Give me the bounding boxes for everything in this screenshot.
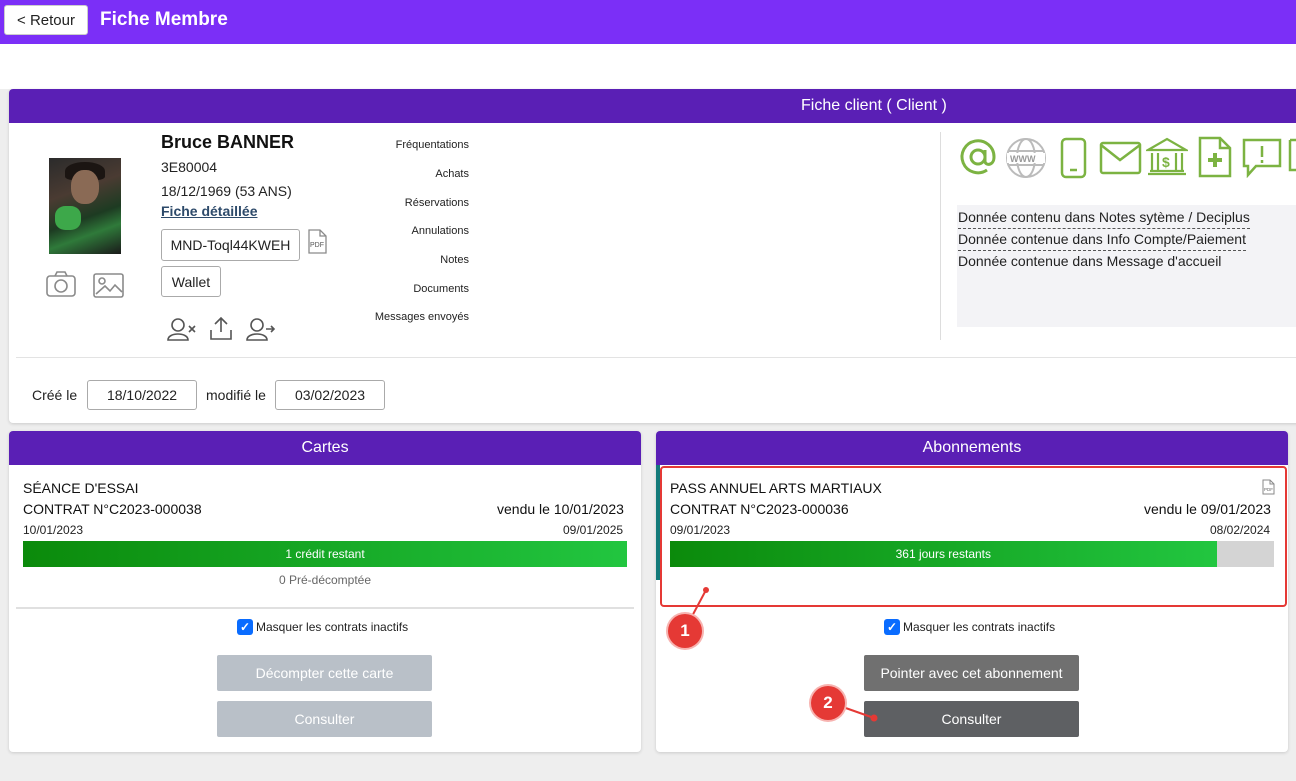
member-code: 3E80004: [161, 159, 218, 175]
mail-icon[interactable]: [1099, 141, 1142, 180]
modified-date-field[interactable]: 03/02/2023: [275, 380, 385, 410]
abonnements-hide-inactive-label: Masquer les contrats inactifs: [903, 620, 1056, 634]
carte-start-date: 10/01/2023: [23, 523, 84, 537]
annotation-lines: [689, 587, 878, 722]
member-photo: [49, 158, 121, 254]
member-birthdate: 18/12/1969 (53 ANS): [161, 183, 292, 199]
carte-name: SÉANCE D'ESSAI: [23, 480, 139, 496]
annotation-badge-1: 1: [668, 614, 702, 648]
phone-icon[interactable]: [1060, 137, 1087, 184]
page-title: Fiche Membre: [100, 9, 228, 30]
horizontal-divider: [16, 357, 1296, 358]
note-system: Donnée contenu dans Notes sytème / Decip…: [958, 209, 1250, 229]
abonnements-title-text: Abonnements: [922, 439, 1022, 456]
cartes-title: Cartes: [9, 431, 641, 465]
carte-end-date: 09/01/2025: [563, 523, 624, 537]
at-icon[interactable]: [957, 136, 999, 183]
detailed-profile-link[interactable]: Fiche détaillée: [161, 203, 257, 219]
abonnements-consulter-button[interactable]: Consulter: [864, 701, 1079, 737]
menu-notes[interactable]: Notes: [440, 254, 469, 266]
carte-pre-decomptee: 0 Pré-décomptée: [278, 573, 372, 587]
menu-achats[interactable]: Achats: [435, 168, 469, 180]
menu-reservations[interactable]: Réservations: [405, 197, 469, 209]
client-panel-title: Fiche client ( Client ): [9, 89, 1296, 123]
header-spacer: [0, 44, 1296, 89]
message-alert-icon[interactable]: [1242, 138, 1282, 183]
pointer-abonnement-button[interactable]: Pointer avec cet abonnement: [864, 655, 1079, 691]
abonnements-hide-inactive[interactable]: ✓ Masquer les contrats inactifs: [884, 619, 1055, 635]
camera-icon[interactable]: [46, 270, 76, 303]
client-panel-title-text: Fiche client ( Client ): [801, 97, 947, 114]
back-button[interactable]: < Retour: [4, 5, 88, 35]
carte-progress-bar: 1 crédit restant: [23, 541, 627, 567]
menu-documents[interactable]: Documents: [413, 283, 469, 295]
cartes-title-text: Cartes: [301, 439, 349, 456]
pdf-icon[interactable]: PDF: [307, 229, 327, 259]
upload-icon[interactable]: [209, 316, 233, 346]
menu-annulations[interactable]: Annulations: [412, 225, 470, 237]
carte-progress-label: 1 crédit restant: [285, 547, 365, 561]
created-label: Créé le: [32, 387, 78, 403]
vertical-divider: [940, 132, 941, 340]
decompter-carte-button[interactable]: Décompter cette carte: [217, 655, 432, 691]
menu-messages-envoyes[interactable]: Messages envoyés: [375, 311, 469, 323]
annotation-badge-2: 2: [811, 686, 845, 720]
wallet-button[interactable]: Wallet: [161, 266, 221, 297]
cartes-consulter-button[interactable]: Consulter: [217, 701, 432, 737]
menu-frequentations[interactable]: Fréquentations: [396, 139, 469, 151]
svg-text:WWW: WWW: [1010, 154, 1036, 164]
checkbox-checked-icon[interactable]: ✓: [884, 619, 900, 635]
user-transfer-icon[interactable]: [246, 317, 276, 346]
web-icon[interactable]: WWW: [1005, 137, 1047, 184]
abonnements-title: Abonnements: [656, 431, 1288, 465]
note-welcome: Donnée contenue dans Message d'accueil: [958, 253, 1222, 269]
cartes-hide-inactive-label: Masquer les contrats inactifs: [256, 620, 409, 634]
extra-contact-icon[interactable]: [1288, 138, 1296, 183]
notes-box: Donnée contenu dans Notes sytème / Decip…: [957, 205, 1296, 327]
user-remove-icon[interactable]: [167, 317, 197, 346]
medical-doc-icon[interactable]: [1198, 136, 1232, 183]
top-bar: < Retour Fiche Membre: [0, 0, 1296, 44]
cartes-hide-inactive[interactable]: ✓ Masquer les contrats inactifs: [237, 619, 408, 635]
modified-label: modifié le: [206, 387, 266, 403]
svg-text:PDF: PDF: [310, 242, 324, 249]
image-icon[interactable]: [93, 273, 124, 303]
member-name: Bruce BANNER: [161, 132, 295, 152]
carte-sold-date: vendu le 10/01/2023: [497, 501, 624, 517]
carte-contract: CONTRAT N°C2023-000038: [23, 501, 202, 517]
svg-text:$: $: [1162, 154, 1170, 170]
cartes-divider: [16, 607, 634, 609]
note-account: Donnée contenue dans Info Compte/Paiemen…: [958, 231, 1246, 251]
bank-icon[interactable]: $: [1143, 136, 1191, 183]
checkbox-checked-icon[interactable]: ✓: [237, 619, 253, 635]
mandate-button[interactable]: MND-Toql44KWEH: [161, 229, 300, 261]
created-date-field[interactable]: 18/10/2022: [87, 380, 197, 410]
